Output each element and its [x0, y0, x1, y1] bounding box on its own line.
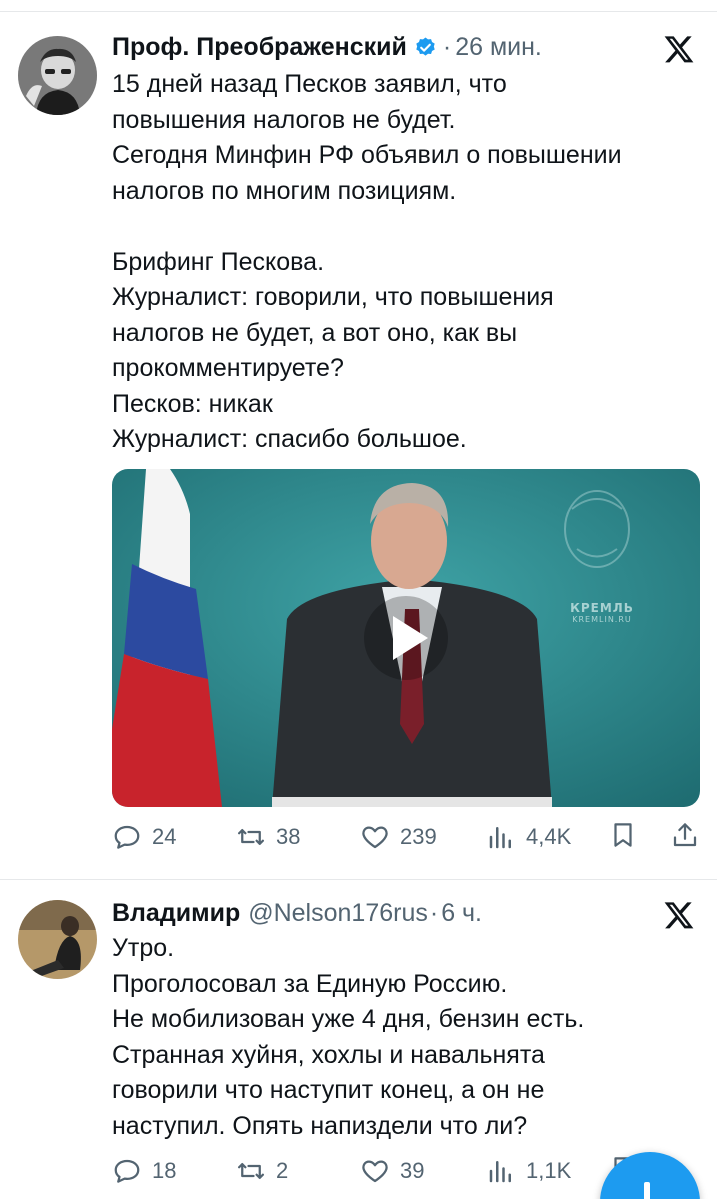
text-line: налогов по многим позициям. — [112, 176, 457, 205]
text-line: Утро. — [112, 934, 175, 962]
kremlin-watermark: КРЕМЛЬ KREMLIN.RU — [570, 601, 634, 624]
verified-badge-icon — [414, 36, 437, 59]
text-line: наступил. Опять напиздели что ли? — [112, 1111, 528, 1140]
header-separator: · — [442, 33, 452, 61]
tweet-time[interactable]: 6 ч. — [441, 898, 482, 928]
views-count: 4,4K — [526, 824, 572, 849]
views-button[interactable]: 1,1K — [486, 1154, 571, 1188]
avatar[interactable] — [18, 900, 97, 979]
tweet-text: Утро. Проголосовал за Единую Россию. Не … — [112, 931, 702, 1144]
reply-button[interactable]: 24 — [112, 820, 176, 854]
text-line: Сегодня Минфин РФ объявил о повышении — [112, 141, 622, 169]
reply-icon — [114, 1159, 140, 1183]
avatar-photo — [18, 900, 97, 979]
text-line: Брифинг Пескова. — [112, 247, 325, 276]
reply-count: 18 — [152, 1158, 177, 1183]
reply-icon — [114, 825, 140, 849]
views-count: 1,1K — [526, 1158, 572, 1183]
header-separator: · — [429, 899, 439, 927]
tweet-header: Владимир @Nelson176rus · 6 ч. — [112, 898, 482, 928]
x-logo-icon[interactable] — [663, 33, 695, 65]
author-name[interactable]: Проф. Преображенский — [112, 32, 407, 62]
author-handle[interactable]: @Nelson176rus — [248, 898, 428, 928]
text-line: Песков: никак — [112, 389, 273, 418]
tweet-preobrazhensky[interactable]: Проф. Преображенский · 26 мин. 15 дней н… — [0, 0, 717, 880]
text-line: Журналист: спасибо большое. — [112, 425, 467, 453]
author-name[interactable]: Владимир — [112, 898, 240, 928]
like-count: 39 — [400, 1158, 425, 1183]
retweet-button[interactable]: 38 — [236, 820, 300, 854]
text-line: говорили что наступит конец, а он не — [112, 1076, 545, 1104]
retweet-count: 2 — [276, 1158, 289, 1183]
text-line — [112, 209, 702, 245]
text-line: налогов не будет, а вот оно, как вы — [112, 318, 518, 347]
tweet-header: Проф. Преображенский · 26 мин. — [112, 32, 542, 62]
like-button[interactable]: 239 — [360, 820, 437, 854]
bookmark-button[interactable] — [608, 820, 638, 850]
like-button[interactable]: 39 — [360, 1154, 424, 1188]
retweet-button[interactable]: 2 — [236, 1154, 288, 1188]
text-line: 15 дней назад Песков заявил, что — [112, 70, 507, 98]
text-line: повышения налогов не будет. — [112, 105, 456, 134]
retweet-count: 38 — [276, 824, 301, 849]
like-count: 239 — [400, 824, 437, 849]
tweet-vladimir[interactable]: Владимир @Nelson176rus · 6 ч. Утро. Прог… — [0, 880, 717, 1199]
video-thumbnail — [112, 469, 700, 807]
text-line: Проголосовал за Единую Россию. — [112, 969, 508, 998]
views-icon — [489, 1161, 511, 1183]
text-line: прокомментируете? — [112, 354, 344, 382]
text-line: Странная хуйня, хохлы и навальнята — [112, 1040, 545, 1069]
heart-icon — [362, 826, 388, 849]
reply-count: 24 — [152, 824, 177, 849]
avatar-photo — [18, 36, 97, 115]
reply-button[interactable]: 18 — [112, 1154, 176, 1188]
text-line: Не мобилизован уже 4 дня, бензин есть. — [112, 1005, 585, 1033]
views-button[interactable]: 4,4K — [486, 820, 571, 854]
avatar[interactable] — [18, 36, 97, 115]
tweet-actions: 24 38 239 4,4K — [112, 820, 702, 854]
tweet-time[interactable]: 26 мин. — [455, 32, 542, 62]
x-logo-icon[interactable] — [663, 899, 695, 931]
bookmark-icon — [614, 823, 632, 847]
retweet-icon — [238, 1163, 264, 1179]
tweet-text: 15 дней назад Песков заявил, что повышен… — [112, 67, 702, 458]
retweet-icon — [238, 829, 264, 845]
heart-icon — [362, 1160, 388, 1183]
share-button[interactable] — [670, 820, 700, 850]
views-icon — [489, 827, 511, 849]
compose-plus-icon — [644, 1182, 650, 1199]
video-player[interactable]: КРЕМЛЬ KREMLIN.RU — [112, 469, 700, 807]
text-line: Журналист: говорили, что повышения — [112, 283, 554, 311]
share-icon — [673, 823, 697, 847]
